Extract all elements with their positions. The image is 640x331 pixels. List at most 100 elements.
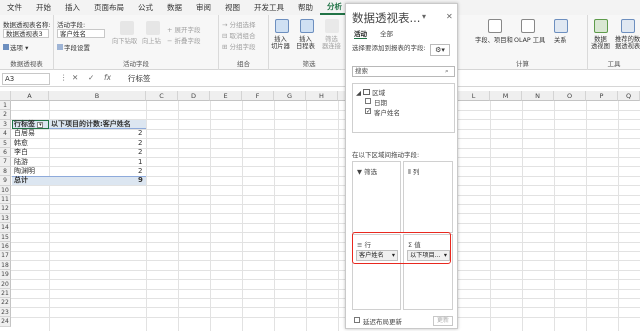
columns-area[interactable]: ⫴ 列	[403, 161, 453, 233]
tab-home[interactable]: 开始	[29, 0, 58, 15]
col-header[interactable]: N	[522, 91, 554, 101]
row-header[interactable]: 3	[0, 119, 11, 130]
expand-field-button[interactable]: + 展开字段	[167, 24, 201, 34]
row-header[interactable]: 7	[0, 157, 11, 167]
update-button[interactable]: 更新	[433, 316, 453, 326]
pivot-item-count[interactable]: 2	[138, 139, 142, 148]
row-header[interactable]: 10	[0, 185, 11, 195]
row-header[interactable]: 11	[0, 195, 11, 205]
pivot-item-count[interactable]: 2	[138, 129, 142, 138]
tab-view[interactable]: 视图	[218, 0, 247, 15]
formula-input[interactable]: 行标签	[128, 73, 151, 85]
drill-up-button[interactable]: 向上钻	[142, 38, 161, 45]
row-header[interactable]: 8	[0, 166, 11, 177]
row-header[interactable]: 24	[0, 317, 11, 327]
filters-area[interactable]: ▼ 筛选	[352, 161, 401, 233]
col-header[interactable]: P	[586, 91, 618, 101]
field-settings-button[interactable]: 字段设置	[57, 42, 90, 52]
row-header[interactable]: 17	[0, 251, 11, 261]
row-header[interactable]: 4	[0, 129, 11, 139]
tab-help[interactable]: 帮助	[291, 0, 320, 15]
row-header[interactable]: 1	[0, 101, 11, 111]
tab-insert[interactable]: 插入	[58, 0, 87, 15]
row-header[interactable]: 14	[0, 223, 11, 233]
pivot-row-label-header[interactable]: 行标签 ▾	[14, 120, 44, 129]
col-header[interactable]: L	[458, 91, 490, 101]
defer-update-checkbox[interactable]	[354, 317, 360, 323]
col-header[interactable]: H	[306, 91, 338, 101]
row-header[interactable]: 2	[0, 110, 11, 120]
insert-slicer-button[interactable]: 插入 切片器	[271, 36, 290, 50]
col-header[interactable]: F	[242, 91, 274, 101]
col-header[interactable]: E	[210, 91, 242, 101]
col-header[interactable]: B	[49, 91, 146, 101]
tab-file[interactable]: 文件	[0, 0, 29, 15]
enter-icon[interactable]: ✓	[88, 73, 94, 82]
row-header[interactable]: 22	[0, 298, 11, 308]
fx-icon[interactable]: fx	[104, 73, 111, 82]
pivot-chart-button[interactable]: 数据 透视图	[591, 36, 610, 50]
tab-active-fields[interactable]: 活动	[354, 28, 367, 39]
tab-review[interactable]: 审阅	[189, 0, 218, 15]
close-icon[interactable]: ✕	[446, 12, 453, 21]
cancel-icon[interactable]: ✕	[72, 73, 78, 82]
fields-items-button[interactable]: 字段、项目和	[475, 37, 513, 44]
name-box[interactable]: A3	[2, 73, 50, 85]
gear-icon[interactable]: ⚙▾	[430, 44, 450, 56]
pivot-item-count[interactable]: 2	[138, 148, 142, 157]
collapse-field-button[interactable]: − 折叠字段	[167, 35, 201, 45]
row-header[interactable]: 18	[0, 260, 11, 271]
row-header[interactable]: 12	[0, 204, 11, 214]
row-header[interactable]: 6	[0, 148, 11, 158]
tab-page-layout[interactable]: 页面布局	[87, 0, 131, 15]
recommended-pivot-button[interactable]: 推荐的数 据透视表	[615, 36, 640, 50]
row-header[interactable]: 5	[0, 138, 11, 148]
row-header[interactable]: 9	[0, 176, 11, 186]
row-header[interactable]: 19	[0, 270, 11, 280]
active-field-input[interactable]: 客户姓名	[57, 29, 105, 38]
pivot-item-count[interactable]: 1	[138, 158, 142, 167]
field-search-input[interactable]: 搜索	[352, 66, 455, 77]
group-field-button[interactable]: ⊞ 分组字段	[222, 41, 256, 51]
olap-button[interactable]: OLAP 工具	[514, 37, 545, 44]
row-header[interactable]: 21	[0, 289, 11, 299]
pane-options-dropdown[interactable]: ▾	[422, 12, 426, 21]
tab-all-fields[interactable]: 全部	[380, 28, 393, 38]
pivot-item-name[interactable]: 李白	[14, 148, 28, 157]
tab-formulas[interactable]: 公式	[131, 0, 160, 15]
row-header[interactable]: 20	[0, 279, 11, 289]
ungroup-button[interactable]: ⊟ 取消组合	[222, 30, 256, 40]
pivot-item-name[interactable]: 韩愈	[14, 139, 28, 148]
col-header[interactable]: D	[178, 91, 210, 101]
tab-developer[interactable]: 开发工具	[247, 0, 291, 15]
col-header[interactable]: O	[554, 91, 586, 101]
spreadsheet-grid[interactable]: A B C D E F G H I L M N O P Q 1 2 3 4 5 …	[0, 91, 640, 331]
filter-dropdown-icon[interactable]: ▾	[37, 122, 44, 128]
customer-checkbox[interactable]: ✓	[365, 108, 371, 115]
tab-data[interactable]: 数据	[160, 0, 189, 15]
pivot-item-count[interactable]: 2	[138, 167, 142, 176]
region-table-item[interactable]: ◢ 区域	[356, 87, 385, 97]
pivot-total-value[interactable]: 9	[138, 176, 143, 185]
pivot-total-label[interactable]: 总计	[14, 176, 28, 185]
select-all-corner[interactable]	[0, 91, 11, 101]
row-header[interactable]: 23	[0, 307, 11, 318]
options-button[interactable]: 选项 ▾	[3, 42, 28, 52]
insert-timeline-button[interactable]: 插入 日程表	[296, 36, 315, 50]
group-selection-button[interactable]: → 分组选择	[222, 19, 256, 29]
col-header[interactable]: Q	[618, 91, 640, 101]
drill-down-button[interactable]: 向下钻取	[112, 38, 137, 45]
pivot-name-input[interactable]: 数据透视表3	[3, 29, 49, 38]
col-header[interactable]: C	[146, 91, 178, 101]
row-header[interactable]: 13	[0, 213, 11, 224]
pivot-value-header[interactable]: 以下项目的计数:客户姓名	[51, 120, 131, 129]
pivot-item-name[interactable]: 陆游	[14, 158, 28, 167]
relations-button[interactable]: 关系	[554, 37, 567, 44]
pivot-item-name[interactable]: 白居易	[14, 129, 35, 138]
col-header[interactable]: A	[11, 91, 49, 101]
row-header[interactable]: 15	[0, 232, 11, 242]
col-header[interactable]: M	[490, 91, 522, 101]
pivot-item-name[interactable]: 陶渊明	[14, 167, 35, 176]
filter-connections-button[interactable]: 筛选 器连接	[322, 36, 341, 50]
col-header[interactable]: G	[274, 91, 306, 101]
